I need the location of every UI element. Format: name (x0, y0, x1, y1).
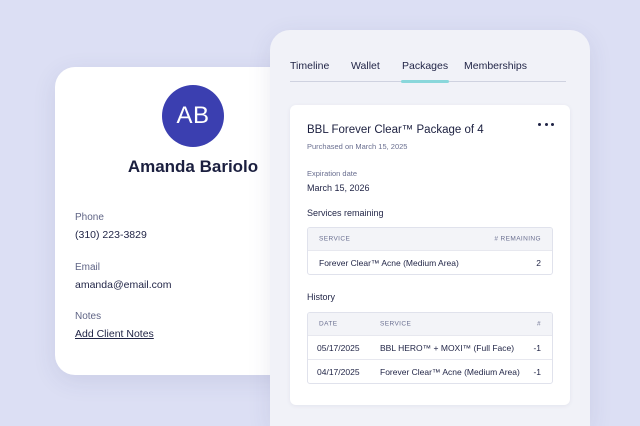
service-name: Forever Clear™ Acne (Medium Area) (319, 257, 459, 268)
package-title: BBL Forever Clear™ Package of 4 (307, 124, 484, 136)
phone-label: Phone (75, 212, 104, 223)
column-header-service: SERVICE (319, 235, 351, 243)
dot-icon (544, 122, 548, 126)
packages-panel: Timeline Wallet Packages Memberships BBL… (270, 30, 590, 426)
history-date: 05/17/2025 (317, 342, 360, 353)
tab-bar: Timeline Wallet Packages Memberships (290, 30, 566, 83)
package-card: BBL Forever Clear™ Package of 4 Purchase… (290, 105, 570, 405)
tab-memberships[interactable]: Memberships (464, 60, 527, 81)
stage: AB Amanda Bariolo Phone (310) 223-3829 E… (0, 0, 640, 426)
history-heading: History (307, 292, 336, 302)
phone-value: (310) 223-3829 (75, 229, 147, 241)
history-count: -1 (533, 342, 541, 353)
history-service: Forever Clear™ Acne (Medium Area) (380, 366, 520, 377)
expiration-value: March 15, 2026 (307, 183, 370, 193)
add-client-notes-link[interactable]: Add Client Notes (75, 328, 154, 340)
tab-wallet[interactable]: Wallet (351, 60, 380, 81)
column-header-date: DATE (319, 320, 338, 328)
column-header-remaining: # REMAINING (494, 235, 541, 243)
remaining-count: 2 (536, 257, 541, 268)
more-options-button[interactable] (538, 117, 554, 131)
services-heading: Services remaining (307, 208, 384, 218)
column-header-count: # (536, 320, 541, 328)
notes-label: Notes (75, 311, 102, 322)
dot-icon (551, 122, 554, 126)
history-count: -1 (533, 366, 541, 377)
table-row: 04/17/2025 Forever Clear™ Acne (Medium A… (308, 359, 552, 383)
tab-packages[interactable]: Packages (400, 60, 450, 83)
history-table-header: DATE SERVICE # (308, 313, 552, 335)
history-table: DATE SERVICE # 05/17/2025 BBL HERO™ + MO… (307, 312, 553, 384)
email-value: amanda@email.com (75, 279, 172, 291)
table-row: 05/17/2025 BBL HERO™ + MOXI™ (Full Face)… (308, 335, 552, 359)
avatar: AB (162, 85, 224, 147)
services-table: SERVICE # REMAINING Forever Clear™ Acne … (307, 227, 553, 275)
package-purchase-date: Purchased on March 15, 2025 (307, 142, 408, 151)
email-label: Email (75, 262, 101, 273)
expiration-label: Expiration date (307, 169, 358, 178)
tab-timeline[interactable]: Timeline (290, 60, 329, 81)
history-service: BBL HERO™ + MOXI™ (Full Face) (380, 342, 515, 353)
history-date: 04/17/2025 (317, 366, 360, 377)
dot-icon (538, 122, 541, 126)
services-table-header: SERVICE # REMAINING (308, 228, 552, 250)
table-row: Forever Clear™ Acne (Medium Area) 2 (308, 250, 552, 274)
client-card: AB Amanda Bariolo Phone (310) 223-3829 E… (55, 67, 295, 375)
column-header-service: SERVICE (380, 320, 412, 328)
